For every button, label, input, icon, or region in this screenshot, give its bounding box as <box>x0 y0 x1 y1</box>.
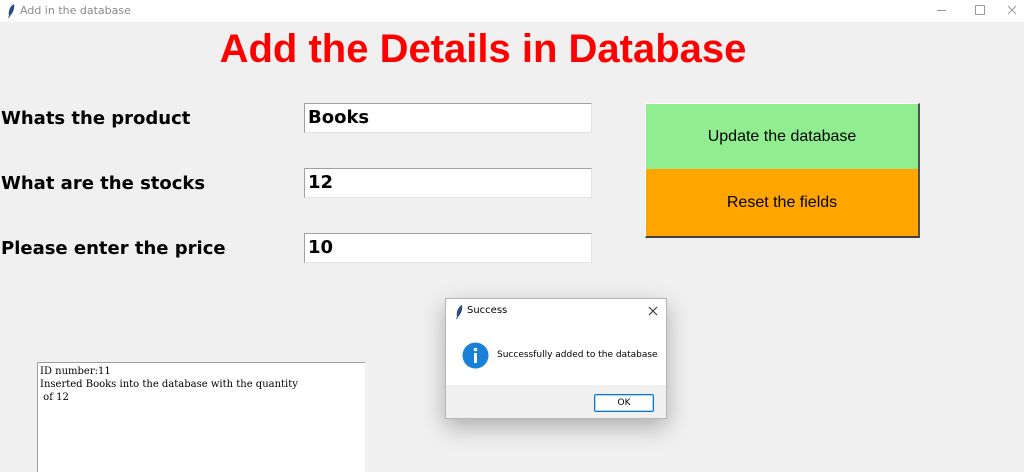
dialog-message: Successfully added to the database <box>497 350 658 360</box>
dialog-footer: OK <box>446 385 666 418</box>
price-label: Please enter the price <box>1 238 226 259</box>
update-database-button[interactable]: Update the database <box>645 103 920 169</box>
close-x-icon <box>1007 5 1017 15</box>
success-dialog: Success Successfully added to the databa… <box>445 298 667 419</box>
log-line: Inserted Books into the database with th… <box>40 379 298 390</box>
page-title: Add the Details in Database <box>219 27 747 71</box>
log-textarea[interactable]: ID number:11 Inserted Books into the dat… <box>37 362 365 472</box>
stocks-input[interactable]: 12 <box>304 168 592 198</box>
feather-icon <box>456 305 463 319</box>
feather-icon <box>8 4 15 18</box>
product-label: Whats the product <box>1 108 191 129</box>
dialog-title: Success <box>467 305 508 316</box>
reset-fields-button[interactable]: Reset the fields <box>645 169 920 238</box>
log-line: ID number:11 <box>40 366 111 377</box>
log-line: of 12 <box>40 392 69 403</box>
window-title: Add in the database <box>20 4 131 17</box>
close-icon[interactable] <box>998 0 1024 22</box>
product-input[interactable]: Books <box>304 103 592 133</box>
price-input[interactable]: 10 <box>304 233 592 263</box>
ok-button[interactable]: OK <box>594 394 654 412</box>
window-titlebar: Add in the database <box>0 0 1024 22</box>
close-icon[interactable] <box>644 302 662 320</box>
info-icon <box>462 342 489 369</box>
stocks-label: What are the stocks <box>1 173 206 194</box>
maximize-icon[interactable] <box>956 0 1002 22</box>
